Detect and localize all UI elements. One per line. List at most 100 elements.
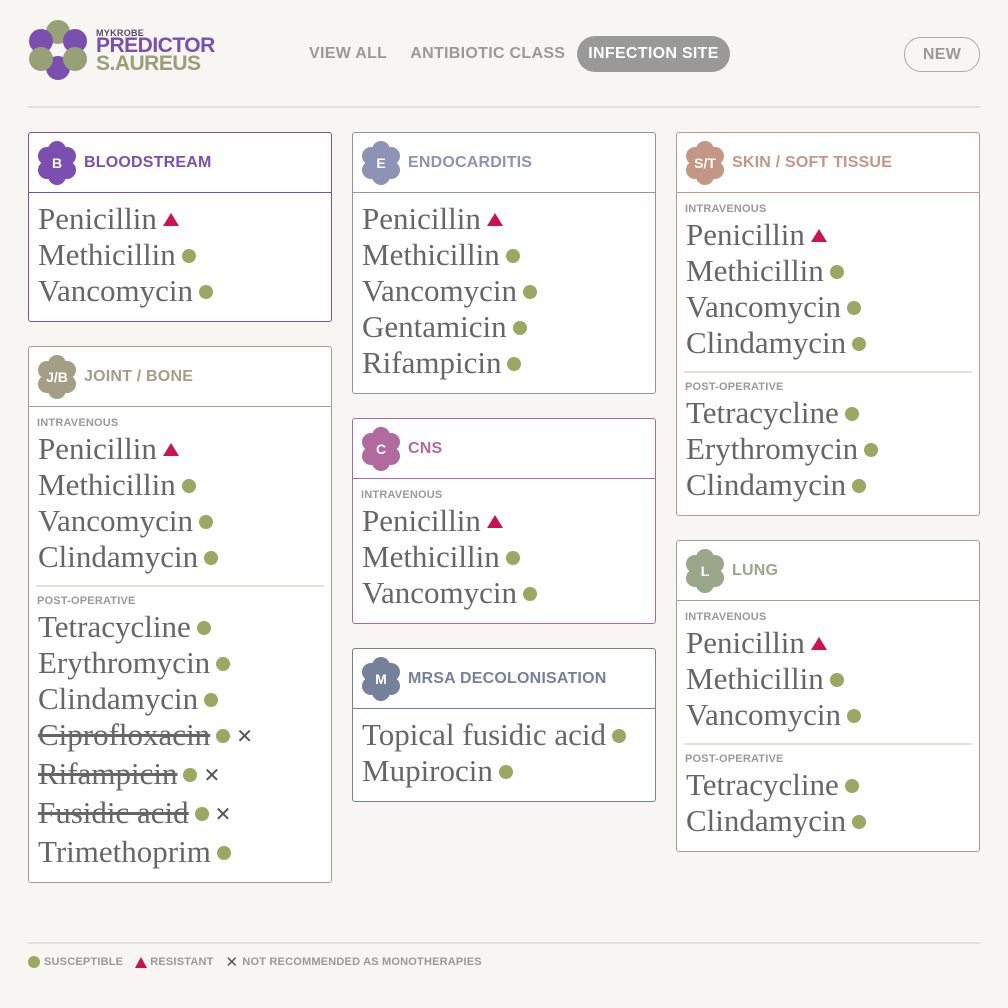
drug-row[interactable]: Tetracycline [684, 767, 972, 803]
card-title: JOINT / BONE [84, 367, 194, 385]
tab-infection-site[interactable]: INFECTION SITE [577, 36, 730, 72]
drug-row[interactable]: Penicillin [684, 625, 972, 661]
drug-row[interactable]: Tetracycline [684, 395, 972, 431]
drug-row[interactable]: Topical fusidic acid [360, 717, 648, 753]
drug-row[interactable]: Vancomycin [360, 273, 648, 309]
card-badge-text: L [700, 562, 710, 579]
drug-row[interactable]: Vancomycin [684, 697, 972, 733]
drug-name: Tetracycline [38, 609, 191, 644]
card-header: J/B JOINT / BONE [29, 347, 331, 407]
drug-row[interactable]: Vancomycin [36, 503, 324, 539]
drug-row[interactable]: Penicillin [360, 503, 648, 539]
drug-name: Clindamycin [686, 467, 847, 502]
card-joint-bone[interactable]: J/B JOINT / BONE INTRAVENOUS Penicillin Meth… [28, 346, 332, 883]
susceptible-dot-icon [28, 956, 40, 968]
drug-row[interactable]: Methicillin [360, 237, 648, 273]
drug-row[interactable]: Methicillin [684, 661, 972, 697]
drug-name: Tetracycline [686, 767, 839, 802]
legend-resistant-label: RESISTANT [150, 956, 214, 968]
drug-row[interactable]: Methicillin [360, 539, 648, 575]
drug-row[interactable]: Ciprofloxacin ✕ [36, 717, 324, 756]
drug-row[interactable]: Vancomycin [36, 273, 324, 309]
not-recommended-x-icon: ✕ [225, 953, 239, 971]
tab-antibiotic-class[interactable]: ANTIBIOTIC CLASS [399, 36, 576, 72]
resistant-triangle-icon [162, 443, 179, 457]
drug-row[interactable]: Penicillin [684, 217, 972, 253]
drug-row[interactable]: Rifampicin [360, 345, 648, 381]
susceptible-dot-icon [505, 248, 520, 263]
card-skin-soft-tissue[interactable]: S/T SKIN / SOFT TISSUE INTRAVENOUS Penicill… [676, 132, 980, 516]
susceptible-dot-icon [498, 764, 513, 779]
not-recommended-x-icon: ✕ [214, 802, 232, 826]
app-logo[interactable]: MYKROBE PREDICTOR S.AUREUS [28, 20, 228, 82]
drug-row[interactable]: Vancomycin [684, 289, 972, 325]
header-divider [28, 106, 980, 108]
legend-susceptible-label: SUSCEPTIBLE [44, 956, 124, 968]
drug-row[interactable]: Fusidic acid ✕ [36, 795, 324, 834]
drug-section: Penicillin Methicillin Vancomycin [36, 201, 324, 309]
drug-name: Trimethoprim [38, 834, 211, 869]
card-cns[interactable]: C CNS INTRAVENOUS Penicillin Methicillin Vanc… [352, 418, 656, 624]
drug-section: Topical fusidic acid Mupirocin [360, 717, 648, 789]
column-2: E ENDOCARDITIS Penicillin Methicillin Vancom… [352, 132, 656, 826]
drug-name: Clindamycin [686, 325, 847, 360]
drug-name: Vancomycin [686, 697, 841, 732]
legend: SUSCEPTIBLE RESISTANT ✕ NOT RECOMMENDED … [28, 953, 482, 971]
drug-name: Fusidic acid [38, 795, 189, 830]
susceptible-dot-icon [852, 336, 867, 351]
logo-flower-icon [29, 20, 87, 80]
card-lung[interactable]: L LUNG INTRAVENOUS Penicillin Methicillin Van… [676, 540, 980, 852]
drug-row[interactable]: Vancomycin [360, 575, 648, 611]
card-badge-text: E [376, 154, 386, 171]
card-body: Topical fusidic acid Mupirocin [353, 709, 655, 801]
card-body: INTRAVENOUS Penicillin Methicillin Vancomyc… [677, 601, 979, 851]
drug-row[interactable]: Clindamycin [684, 803, 972, 839]
card-badge-text: S/T [694, 154, 716, 171]
drug-row[interactable]: Gentamicin [360, 309, 648, 345]
drug-name: Penicillin [38, 431, 157, 466]
drug-row[interactable]: Erythromycin [684, 431, 972, 467]
susceptible-dot-icon [846, 708, 861, 723]
drug-row[interactable]: Methicillin [36, 237, 324, 273]
drug-row[interactable]: Methicillin [684, 253, 972, 289]
card-mrsa-decolonisation[interactable]: M MRSA DECOLONISATION Topical fusidic acid… [352, 648, 656, 802]
drug-row[interactable]: Penicillin [36, 431, 324, 467]
drug-row[interactable]: Penicillin [36, 201, 324, 237]
drug-name: Penicillin [362, 201, 481, 236]
drug-name: Gentamicin [362, 309, 507, 344]
drug-row[interactable]: Clindamycin [684, 325, 972, 361]
drug-name: Rifampicin [38, 756, 178, 791]
drug-name: Methicillin [362, 237, 500, 272]
susceptible-dot-icon [829, 264, 844, 279]
card-badge: J/B [36, 354, 78, 399]
card-body: INTRAVENOUS Penicillin Methicillin Vancomyc… [677, 193, 979, 515]
drug-row[interactable]: Clindamycin [684, 467, 972, 503]
drug-name: Clindamycin [38, 681, 199, 716]
drug-name: Erythromycin [38, 645, 211, 680]
drug-row[interactable]: Trimethoprim [36, 834, 324, 870]
new-button[interactable]: NEW [904, 37, 980, 72]
susceptible-dot-icon [864, 442, 879, 457]
drug-row[interactable]: Clindamycin [36, 539, 324, 575]
drug-name: Vancomycin [38, 273, 193, 308]
card-endocarditis[interactable]: E ENDOCARDITIS Penicillin Methicillin Vancom… [352, 132, 656, 394]
drug-row[interactable]: Mupirocin [360, 753, 648, 789]
view-nav: VIEW ALL ANTIBIOTIC CLASS INFECTION SITE [298, 36, 731, 72]
drug-row[interactable]: Tetracycline [36, 609, 324, 645]
drug-row[interactable]: Erythromycin [36, 645, 324, 681]
drug-row[interactable]: Methicillin [36, 467, 324, 503]
card-bloodstream[interactable]: B BLOODSTREAM Penicillin Methicillin Vancomy… [28, 132, 332, 322]
susceptible-dot-icon [204, 692, 219, 707]
drug-row[interactable]: Penicillin [360, 201, 648, 237]
susceptible-dot-icon [181, 478, 196, 493]
susceptible-dot-icon [852, 478, 867, 493]
card-header: E ENDOCARDITIS [353, 133, 655, 193]
card-badge-text: M [375, 670, 387, 687]
drug-row[interactable]: Clindamycin [36, 681, 324, 717]
card-body: INTRAVENOUS Penicillin Methicillin Vancomyc… [29, 407, 331, 882]
tab-view-all[interactable]: VIEW ALL [298, 36, 398, 72]
card-title: SKIN / SOFT TISSUE [732, 153, 893, 171]
drug-row[interactable]: Rifampicin ✕ [36, 756, 324, 795]
drug-name: Ciprofloxacin [38, 717, 211, 752]
drug-name: Vancomycin [362, 273, 517, 308]
